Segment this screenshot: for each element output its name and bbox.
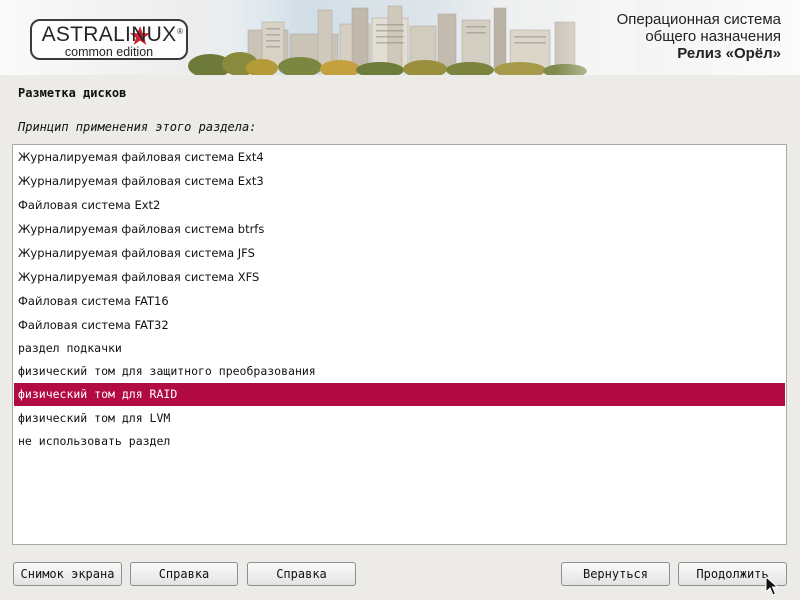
mouse-pointer-icon: [765, 576, 779, 596]
partition-usage-list[interactable]: Журналируемая файловая система Ext4 Журн…: [12, 144, 787, 545]
list-item[interactable]: не использовать раздел: [14, 430, 785, 453]
screenshot-button[interactable]: Снимок экрана: [13, 562, 122, 586]
help-button-2[interactable]: Справка: [247, 562, 356, 586]
os-description-line1: Операционная система: [616, 11, 781, 28]
list-item[interactable]: физический том для защитного преобразова…: [14, 360, 785, 383]
question-label: Принцип применения этого раздела:: [18, 120, 257, 134]
back-button[interactable]: Вернуться: [561, 562, 670, 586]
list-item[interactable]: Журналируемая файловая система XFS: [14, 266, 785, 289]
page-title: Разметка дисков: [18, 86, 127, 100]
list-item[interactable]: Журналируемая файловая система Ext4: [14, 146, 785, 169]
logo-edition: common edition: [64, 45, 154, 59]
list-item[interactable]: Журналируемая файловая система btrfs: [14, 218, 785, 241]
list-item[interactable]: Файловая система FAT16: [14, 290, 785, 313]
list-item[interactable]: физический том для LVM: [14, 407, 785, 430]
os-release-name: Релиз «Орёл»: [677, 45, 781, 62]
list-item-selected[interactable]: физический том для RAID: [14, 383, 785, 406]
astralinux-logo: ASTRALINUX common edition ®: [30, 19, 188, 60]
registered-mark: ®: [177, 27, 183, 36]
header-banner: ASTRALINUX common edition ® Операционная…: [0, 0, 800, 75]
list-item[interactable]: раздел подкачки: [14, 337, 785, 360]
list-item[interactable]: Журналируемая файловая система JFS: [14, 242, 785, 265]
logo-wordmark: ASTRALINUX: [41, 23, 177, 46]
list-item[interactable]: Файловая система FAT32: [14, 314, 785, 337]
list-item[interactable]: Файловая система Ext2: [14, 194, 785, 217]
help-button[interactable]: Справка: [130, 562, 238, 586]
os-description-line2: общего назначения: [645, 28, 781, 45]
list-item[interactable]: Журналируемая файловая система Ext3: [14, 170, 785, 193]
